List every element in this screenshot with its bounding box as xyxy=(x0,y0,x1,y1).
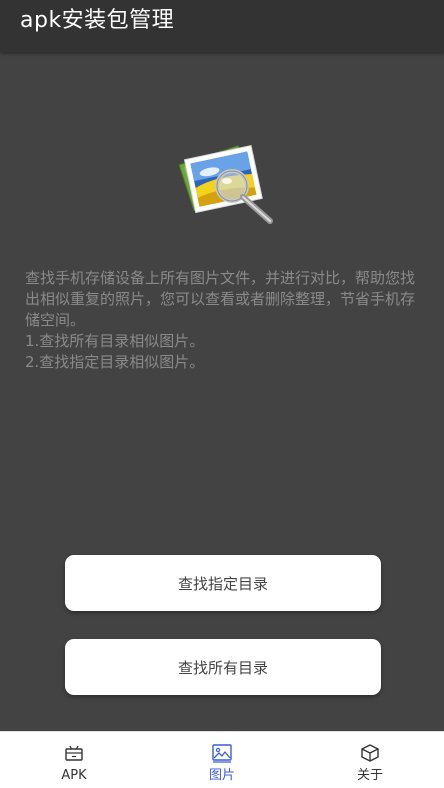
find-all-directories-button[interactable]: 查找所有目录 xyxy=(65,639,381,695)
nav-item-apk[interactable]: APK xyxy=(0,732,148,788)
description-item-1: 1.查找所有目录相似图片。 xyxy=(25,332,205,350)
cube-icon xyxy=(359,742,381,764)
apk-box-icon xyxy=(63,742,85,764)
app-title: apk安装包管理 xyxy=(20,8,175,33)
find-specific-directory-button[interactable]: 查找指定目录 xyxy=(65,555,381,611)
description-item-2: 2.查找指定目录相似图片。 xyxy=(25,353,205,371)
photo-search-icon xyxy=(172,136,278,228)
nav-item-about[interactable]: 关于 xyxy=(296,732,444,788)
description: 查找手机存储设备上所有图片文件，并进行对比，帮助您找出相似重复的照片，您可以查看… xyxy=(25,268,423,373)
nav-label-about: 关于 xyxy=(356,768,383,783)
nav-label-pictures: 图片 xyxy=(208,768,235,783)
nav-label-apk: APK xyxy=(61,768,87,783)
description-paragraph: 查找手机存储设备上所有图片文件，并进行对比，帮助您找出相似重复的照片，您可以查看… xyxy=(25,269,416,329)
bottom-nav: APK 图片 关于 xyxy=(0,731,444,788)
image-icon xyxy=(211,742,233,764)
nav-item-pictures[interactable]: 图片 xyxy=(148,732,296,788)
app-bar: apk安装包管理 xyxy=(0,0,444,52)
